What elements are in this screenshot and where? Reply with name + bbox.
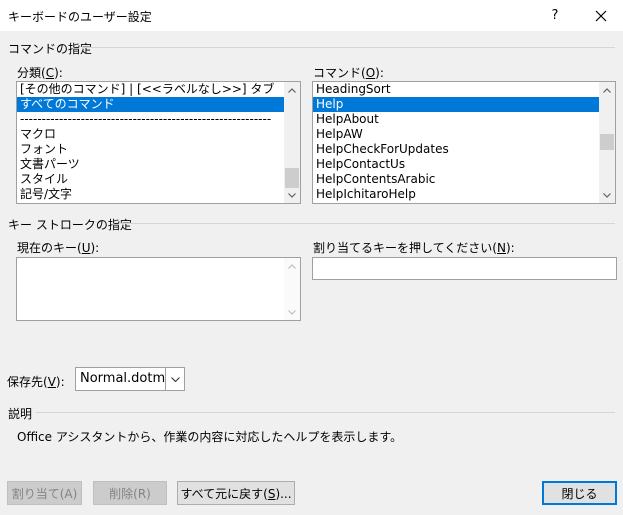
list-item[interactable]: HelpIchitaroHelp <box>313 187 599 202</box>
reset-all-button-label: すべて元に戻す(S)... <box>180 486 292 501</box>
commands-group-divider <box>82 47 615 48</box>
list-item[interactable]: スタイル <box>17 172 284 187</box>
list-item[interactable]: 記号/文字 <box>17 187 284 202</box>
commands-list: HeadingSort Help HelpAbout HelpAW HelpCh… <box>313 82 599 203</box>
chevron-down-icon <box>170 376 180 382</box>
categories-list: [その他のコマンド] | [<<ラベルなし>>] タブ すべてのコマンド ---… <box>17 82 284 203</box>
scroll-up-arrow[interactable] <box>284 82 300 98</box>
list-item[interactable]: HelpAbout <box>313 112 599 127</box>
commands-listbox[interactable]: HeadingSort Help HelpAbout HelpAW HelpCh… <box>312 81 616 204</box>
list-item[interactable]: フォント <box>17 142 284 157</box>
list-item[interactable]: すべてのコマンド <box>17 97 284 112</box>
scrollbar-thumb[interactable] <box>600 134 614 150</box>
keystroke-group-divider <box>120 223 615 224</box>
description-label: 説明 <box>8 407 33 421</box>
list-item[interactable]: HelpCheckForUpdates <box>313 142 599 157</box>
title-bar: キーボードのユーザー設定 ? <box>0 0 623 31</box>
list-item[interactable]: HelpContentsArabic <box>313 172 599 187</box>
help-button[interactable]: ? <box>540 0 570 31</box>
chevron-down-icon <box>288 309 296 315</box>
new-key-input[interactable] <box>312 257 617 280</box>
chevron-up-icon <box>603 87 611 93</box>
list-item[interactable]: マクロ <box>17 127 284 142</box>
categories-label: 分類(C): <box>17 66 63 80</box>
keystroke-group-label: キー ストロークの指定 <box>8 218 132 232</box>
commands-group-label: コマンドの指定 <box>8 42 93 56</box>
categories-listbox[interactable]: [その他のコマンド] | [<<ラベルなし>>] タブ すべてのコマンド ---… <box>16 81 301 204</box>
close-button[interactable]: 閉じる <box>542 481 617 505</box>
close-button-label: 閉じる <box>561 486 598 501</box>
close-window-button[interactable] <box>584 0 618 31</box>
scrollbar-thumb[interactable] <box>285 168 299 188</box>
reset-all-button[interactable]: すべて元に戻す(S)... <box>177 481 295 505</box>
list-item[interactable]: [その他のコマンド] | [<<ラベルなし>>] タブ <box>17 82 284 97</box>
assign-button[interactable]: 割り当て(A) <box>7 481 82 505</box>
commands-label: コマンド(O): <box>313 66 384 80</box>
current-keys-listbox[interactable] <box>16 257 301 321</box>
description-divider <box>36 412 615 413</box>
chevron-down-icon <box>288 192 296 198</box>
categories-scrollbar[interactable] <box>284 82 300 203</box>
chevron-down-icon <box>603 192 611 198</box>
current-keys-label: 現在のキー(U): <box>17 241 100 255</box>
list-item[interactable]: 文書パーツ <box>17 157 284 172</box>
new-key-label: 割り当てるキーを押してください(N): <box>313 241 515 255</box>
current-keys-scrollbar <box>284 258 300 320</box>
description-text: Office アシスタントから、作業の内容に対応したヘルプを表示します。 <box>17 430 403 444</box>
list-item[interactable]: ----------------------------------------… <box>17 112 284 127</box>
scroll-up-arrow[interactable] <box>599 82 615 98</box>
scroll-up-arrow <box>284 258 300 274</box>
scroll-down-arrow[interactable] <box>284 187 300 203</box>
chevron-up-icon <box>288 87 296 93</box>
scroll-down-arrow <box>284 304 300 320</box>
save-in-label: 保存先(V): <box>7 375 65 389</box>
save-in-value: Normal.dotm <box>80 371 166 386</box>
window-title: キーボードのユーザー設定 <box>8 10 152 24</box>
save-in-dropdown-button[interactable] <box>165 368 184 390</box>
list-item[interactable]: HelpContactUs <box>313 157 599 172</box>
close-icon <box>595 10 607 21</box>
chevron-up-icon <box>288 263 296 269</box>
list-item[interactable]: Help <box>313 97 599 112</box>
save-in-select[interactable]: Normal.dotm <box>75 367 185 391</box>
help-icon: ? <box>551 8 559 23</box>
scroll-down-arrow[interactable] <box>599 187 615 203</box>
assign-button-label: 割り当て(A) <box>11 486 78 501</box>
commands-scrollbar[interactable] <box>599 82 615 203</box>
list-item[interactable]: HelpAW <box>313 127 599 142</box>
remove-button[interactable]: 削除(R) <box>93 481 167 505</box>
list-item[interactable]: HeadingSort <box>313 82 599 97</box>
remove-button-label: 削除(R) <box>109 486 151 501</box>
